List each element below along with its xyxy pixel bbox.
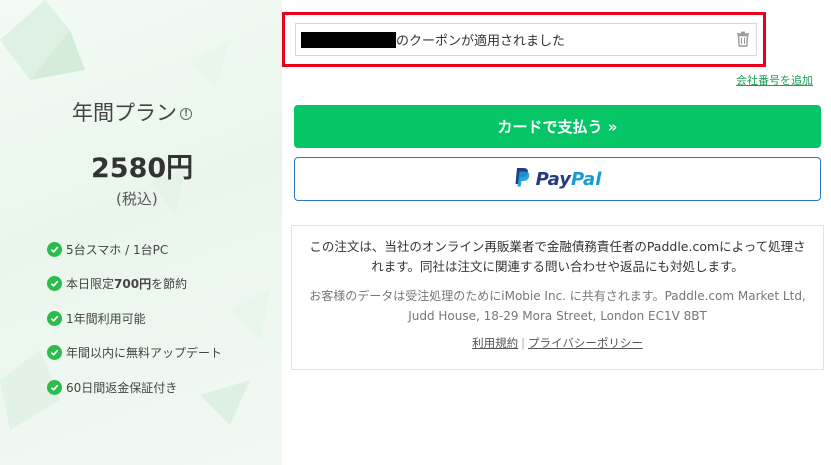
feature-text: 5台スマホ / 1台PC [66, 242, 169, 257]
paypal-button[interactable]: PayPal [294, 157, 821, 201]
paypal-wordmark: PayPal [536, 169, 602, 190]
check-icon [47, 345, 62, 361]
redacted-coupon-code [301, 31, 396, 48]
info-icon[interactable]: ! [180, 107, 192, 120]
notice-data-sharing-text: お客様のデータは受注処理のためにiMobie Inc. に共有されます。Padd… [309, 289, 806, 323]
feature-text: 本日限定 [66, 277, 115, 292]
notice-links: 利用規約 | プライバシーポリシー [306, 335, 809, 351]
paypal-logo-icon [514, 167, 530, 191]
feature-item: 年間以内に無料アップデート [47, 336, 222, 371]
plan-title: 年間プラン ! [72, 97, 192, 127]
reseller-notice: この注文は、当社のオンライン再販業者で金融債務責任者のPaddle.comによっ… [291, 225, 824, 370]
notice-main-text: この注文は、当社のオンライン再販業者で金融債務責任者のPaddle.comによっ… [309, 239, 806, 274]
feature-text: 年間以内に無料アップデート [66, 346, 223, 361]
coupon-applied-text: のクーポンが適用されました [396, 34, 566, 49]
add-company-number-link[interactable]: 会社番号を追加 [736, 72, 813, 88]
privacy-policy-link[interactable]: プライバシーポリシー [528, 336, 643, 350]
coupon-field: のクーポンが適用されました [295, 23, 757, 56]
check-icon [47, 310, 62, 326]
coupon-highlight: のクーポンが適用されました [282, 12, 766, 67]
feature-item: 60日間返金保証付き [47, 370, 222, 405]
paypal-wordmark-pal: Pal [571, 168, 602, 190]
terms-link[interactable]: 利用規約 [472, 336, 518, 350]
check-icon [47, 241, 62, 257]
pay-by-card-button[interactable]: カードで支払う » [294, 105, 821, 148]
link-separator: | [521, 336, 526, 350]
tax-note: (税込) [116, 190, 158, 208]
feature-item: 本日限定 700円 を節約 [47, 267, 222, 302]
feature-list: 5台スマホ / 1台PC 本日限定 700円 を節約 1年間利用可能 年間以内に無料… [47, 232, 222, 405]
feature-text: 60日間返金保証付き [66, 380, 178, 395]
check-icon [47, 379, 62, 395]
plan-price: 2580円 [91, 153, 194, 184]
check-icon [47, 276, 62, 292]
feature-text-suffix: を節約 [151, 277, 188, 292]
paypal-wordmark-pay: Pay [535, 168, 571, 190]
feature-text: 1年間利用可能 [66, 311, 146, 326]
trash-icon[interactable] [736, 31, 750, 51]
plan-title-text: 年間プラン [72, 101, 177, 125]
feature-item: 5台スマホ / 1台PC [47, 232, 222, 267]
feature-highlight: 700円 [114, 277, 152, 292]
plan-panel: 年間プラン ! 2580円 (税込) 5台スマホ / 1台PC 本日限定 700円… [0, 0, 282, 465]
feature-item: 1年間利用可能 [47, 301, 222, 336]
